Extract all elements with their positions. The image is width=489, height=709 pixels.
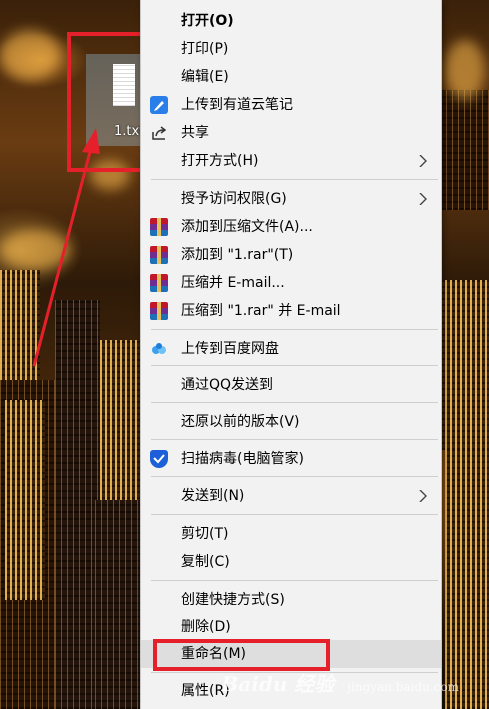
menu-item-label: 共享 [181,125,209,141]
menu-item-label: 添加到压缩文件(A)... [181,219,313,235]
annotation-box-rename [153,639,330,671]
menu-item-compress-email[interactable]: 压缩并 E-mail... [141,269,441,297]
menu-item-label: 通过QQ发送到 [181,377,274,393]
menu-item-print[interactable]: 打印(P) [141,35,441,63]
menu-item-label: 扫描病毒(电脑管家) [181,451,304,467]
menu-item-restore-versions[interactable]: 还原以前的版本(V) [141,408,441,436]
chevron-right-icon [419,155,427,167]
menu-item-label: 添加到 "1.rar"(T) [181,247,294,263]
menu-item-cut[interactable]: 剪切(T) [141,520,441,548]
menu-item-label: 压缩并 E-mail... [181,275,285,291]
pc-manager-shield-icon [150,450,168,468]
watermark-brand: Baidu 经验 [221,672,335,696]
menu-item-copy[interactable]: 复制(C) [141,548,441,576]
menu-item-share[interactable]: 共享 [141,119,441,147]
menu-item-give-access[interactable]: 授予访问权限(G) [141,185,441,213]
baidu-jingyan-watermark: Baidu 经验 jingyan.baidu.com [221,668,459,697]
winrar-icon [150,246,168,264]
menu-item-label: 还原以前的版本(V) [181,414,300,430]
menu-item-baidu-upload[interactable]: 上传到百度网盘 [141,335,441,363]
baidu-netdisk-icon [150,340,168,358]
menu-item-label: 上传到有道云笔记 [181,97,293,113]
menu-item-delete[interactable]: 删除(D) [141,613,441,641]
youdao-note-icon [150,96,168,114]
menu-item-label: 剪切(T) [181,526,229,542]
menu-separator [151,476,438,477]
menu-item-label: 打开方式(H) [181,153,259,169]
chevron-right-icon [419,193,427,205]
menu-item-label: 复制(C) [181,554,230,570]
menu-item-label: 压缩到 "1.rar" 并 E-mail [181,303,341,319]
menu-separator [151,329,438,330]
menu-separator [151,580,438,581]
menu-item-label: 打开(O) [181,13,234,29]
winrar-icon [150,274,168,292]
menu-item-label: 上传到百度网盘 [181,341,279,357]
menu-item-open[interactable]: 打开(O) [141,7,441,35]
menu-separator [151,402,438,403]
menu-item-scan-virus[interactable]: 扫描病毒(电脑管家) [141,445,441,473]
menu-item-label: 删除(D) [181,619,231,635]
menu-item-add-to-archive[interactable]: 添加到压缩文件(A)... [141,213,441,241]
menu-separator [151,439,438,440]
context-menu: 打开(O) 打印(P) 编辑(E) 上传到有道云笔记 共享 打开方式(H) 授予… [140,0,442,709]
menu-item-label: 编辑(E) [181,69,229,85]
watermark-url: jingyan.baidu.com [347,680,459,694]
menu-separator [151,514,438,515]
menu-item-edit[interactable]: 编辑(E) [141,63,441,91]
menu-item-compress-rar-email[interactable]: 压缩到 "1.rar" 并 E-mail [141,297,441,325]
menu-item-label: 创建快捷方式(S) [181,592,285,608]
menu-item-open-with[interactable]: 打开方式(H) [141,147,441,175]
menu-item-add-to-rar[interactable]: 添加到 "1.rar"(T) [141,241,441,269]
menu-item-create-shortcut[interactable]: 创建快捷方式(S) [141,586,441,614]
menu-item-youdao-upload[interactable]: 上传到有道云笔记 [141,91,441,119]
menu-item-label: 发送到(N) [181,488,245,504]
menu-item-qq-send[interactable]: 通过QQ发送到 [141,371,441,399]
winrar-icon [150,302,168,320]
menu-item-label: 打印(P) [181,41,229,57]
menu-separator [151,179,438,180]
share-icon [150,124,168,142]
menu-item-label: 授予访问权限(G) [181,191,287,207]
menu-item-send-to[interactable]: 发送到(N) [141,482,441,510]
winrar-icon [150,218,168,236]
chevron-right-icon [419,490,427,502]
menu-separator [151,365,438,366]
